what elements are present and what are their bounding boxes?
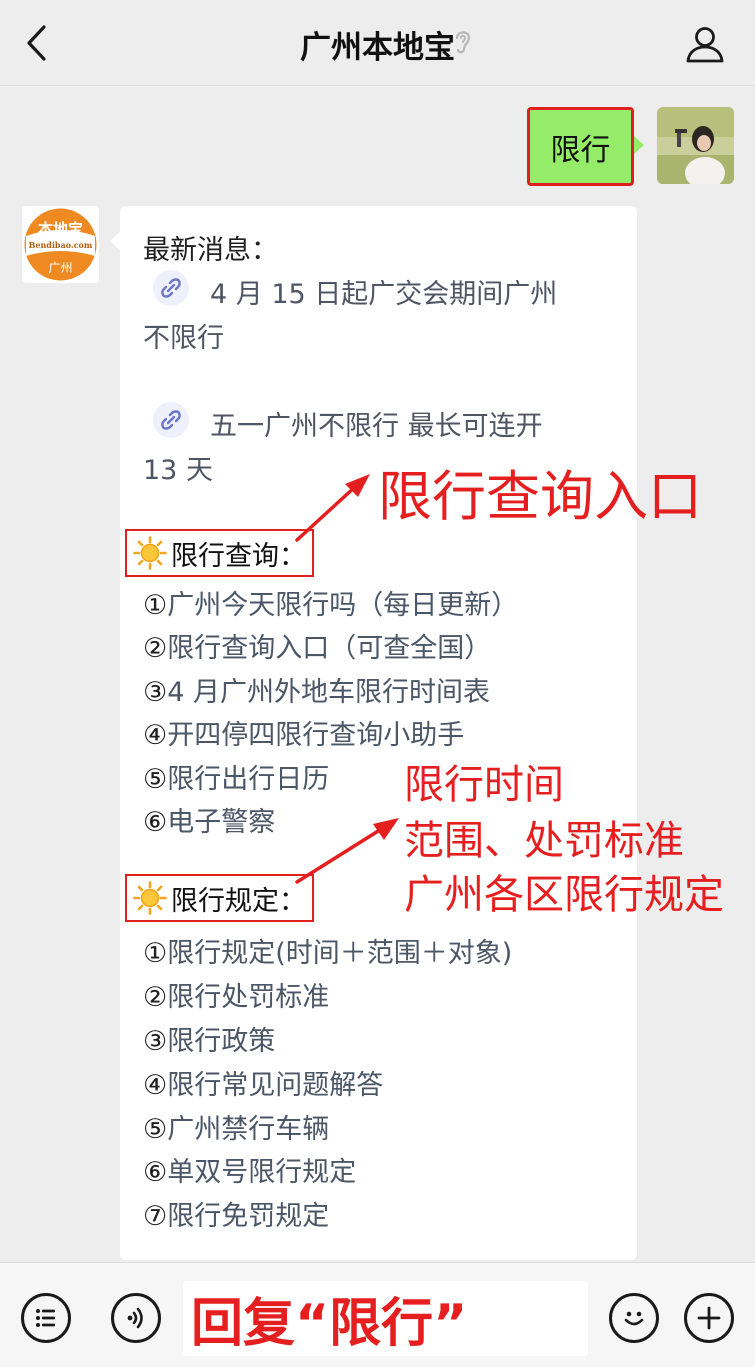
sun-icon xyxy=(133,536,167,570)
item-number: ⑤ xyxy=(143,764,168,795)
section-heading-rules: 限行规定： xyxy=(125,874,314,922)
section-query-title: 限行查询： xyxy=(171,540,306,572)
item-text: 广州禁行车辆 xyxy=(167,1114,330,1145)
item-number: ⑤ xyxy=(143,1114,168,1145)
item-number: ④ xyxy=(143,1070,168,1101)
emoji-icon xyxy=(624,1311,644,1326)
news-link-1-line2[interactable]: 不限行 xyxy=(143,316,224,355)
emoji-button[interactable] xyxy=(609,1293,659,1343)
item-text: 限行查询入口（可查全国） xyxy=(167,633,492,664)
news-link-2-line2[interactable]: 13 天 xyxy=(143,448,213,487)
rules-item-4[interactable]: ④限行常见问题解答 xyxy=(143,1063,383,1102)
bot-avatar[interactable]: 本地宝 Bendibao.com 广州 xyxy=(22,206,99,283)
item-text: 4 月广州外地车限行时间表 xyxy=(167,677,490,708)
query-item-6[interactable]: ⑥电子警察 xyxy=(143,800,275,839)
incoming-bubble-tail xyxy=(110,232,120,250)
item-number: ④ xyxy=(143,720,168,751)
item-text: 广州今天限行吗（每日更新） xyxy=(167,590,519,621)
chat-header: 广州本地宝 xyxy=(0,0,755,86)
outgoing-message-text: 限行 xyxy=(550,132,611,168)
annotation-time-line2: 范围、处罚标准 xyxy=(404,818,684,864)
item-number: ⑦ xyxy=(143,1201,168,1232)
rules-item-2[interactable]: ②限行处罚标准 xyxy=(143,975,329,1014)
item-text: 限行常见问题解答 xyxy=(167,1070,384,1101)
outgoing-bubble-tail xyxy=(634,136,644,154)
sun-icon xyxy=(133,881,167,915)
item-number: ⑥ xyxy=(143,807,168,838)
item-text: 限行出行日历 xyxy=(167,764,330,795)
item-text: 限行处罚标准 xyxy=(167,982,330,1013)
rules-item-1[interactable]: ①限行规定(时间＋范围＋对象) xyxy=(143,931,512,970)
query-item-5[interactable]: ⑤限行出行日历 xyxy=(143,757,329,796)
item-text: 限行政策 xyxy=(167,1026,276,1057)
voice-button[interactable] xyxy=(111,1293,161,1343)
message-input[interactable]: 回复“限行” xyxy=(183,1281,588,1356)
profile-button[interactable] xyxy=(681,20,729,68)
mini-program-link-icon xyxy=(153,402,189,438)
plus-icon xyxy=(697,1306,721,1330)
reply-hint-text: 回复“限行” xyxy=(191,1294,468,1354)
outgoing-message-bubble[interactable]: 限行 xyxy=(527,107,634,186)
query-item-2[interactable]: ②限行查询入口（可查全国） xyxy=(143,626,491,665)
query-item-1[interactable]: ①广州今天限行吗（每日更新） xyxy=(143,583,518,622)
voice-icon xyxy=(127,1307,143,1329)
section-rules-title: 限行规定： xyxy=(171,885,306,917)
news-link-2-line1[interactable]: 五一广州不限行 最长可连开 xyxy=(210,404,543,443)
ear-icon xyxy=(455,31,471,54)
rules-item-5[interactable]: ⑤广州禁行车辆 xyxy=(143,1107,329,1146)
menu-list-icon xyxy=(36,1309,55,1327)
logo-city-text: 广州 xyxy=(48,261,73,275)
rules-item-7[interactable]: ⑦限行免罚规定 xyxy=(143,1194,329,1233)
item-text: 电子警察 xyxy=(167,807,276,838)
item-text: 开四停四限行查询小助手 xyxy=(167,720,465,751)
section-heading-query: 限行查询： xyxy=(125,529,314,577)
logo-sub-text: Bendibao.com xyxy=(28,240,93,250)
item-number: ③ xyxy=(143,677,168,708)
menu-button[interactable] xyxy=(21,1293,71,1343)
mini-program-link-icon xyxy=(153,270,189,306)
item-number: ① xyxy=(143,938,168,969)
rules-item-3[interactable]: ③限行政策 xyxy=(143,1019,275,1058)
item-number: ⑥ xyxy=(143,1157,168,1188)
chat-input-bar: 回复“限行” xyxy=(0,1262,755,1367)
item-number: ② xyxy=(143,633,168,664)
item-number: ③ xyxy=(143,1026,168,1057)
intro-text: 最新消息： xyxy=(143,235,278,266)
item-text: 限行规定(时间＋范围＋对象) xyxy=(167,938,513,969)
chat-title: 广州本地宝 xyxy=(300,30,455,66)
plus-button[interactable] xyxy=(684,1293,734,1343)
query-item-3[interactable]: ③4 月广州外地车限行时间表 xyxy=(143,670,490,709)
annotation-time-line1: 限行时间 xyxy=(404,762,564,808)
item-text: 单双号限行规定 xyxy=(167,1157,357,1188)
item-text: 限行免罚规定 xyxy=(167,1201,330,1232)
query-item-4[interactable]: ④开四停四限行查询小助手 xyxy=(143,713,464,752)
person-icon xyxy=(686,27,724,63)
user-photo xyxy=(657,107,734,184)
user-avatar[interactable] xyxy=(657,107,734,184)
news-link-1-line1[interactable]: 4 月 15 日起广交会期间广州 xyxy=(210,272,557,311)
rules-item-6[interactable]: ⑥单双号限行规定 xyxy=(143,1150,356,1189)
item-number: ② xyxy=(143,982,168,1013)
annotation-query-entry: 限行查询入口 xyxy=(378,465,702,528)
item-number: ① xyxy=(143,590,168,621)
annotation-time-line3: 广州各区限行规定 xyxy=(404,872,724,918)
logo-main-text: 本地宝 xyxy=(37,220,83,238)
